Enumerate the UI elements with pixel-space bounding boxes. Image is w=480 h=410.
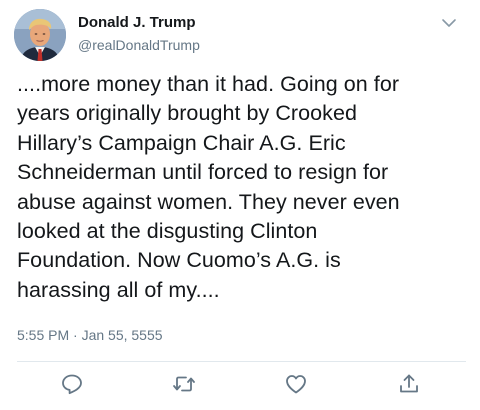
user-handle[interactable]: @realDonaldTrump — [78, 37, 200, 53]
tweet-timestamp[interactable]: 5:55 PM · Jan 55, 5555 — [17, 327, 163, 343]
reply-button[interactable] — [60, 372, 84, 396]
tweet-card: Donald J. Trump @realDonaldTrump ....mor… — [0, 0, 480, 410]
chevron-down-icon — [442, 19, 456, 27]
profile-photo-icon — [14, 9, 66, 61]
avatar[interactable] — [14, 9, 66, 61]
tweet-menu-button[interactable] — [436, 12, 462, 34]
share-button[interactable] — [397, 372, 421, 396]
retweet-icon — [173, 376, 195, 392]
reply-icon — [62, 374, 82, 395]
share-icon — [400, 374, 418, 393]
retweet-button[interactable] — [172, 372, 196, 396]
divider — [17, 361, 466, 362]
tweet-text: ....more money than it had. Going on for… — [17, 72, 400, 302]
display-name[interactable]: Donald J. Trump — [78, 14, 196, 31]
like-button[interactable] — [284, 372, 308, 396]
heart-icon — [286, 375, 306, 394]
